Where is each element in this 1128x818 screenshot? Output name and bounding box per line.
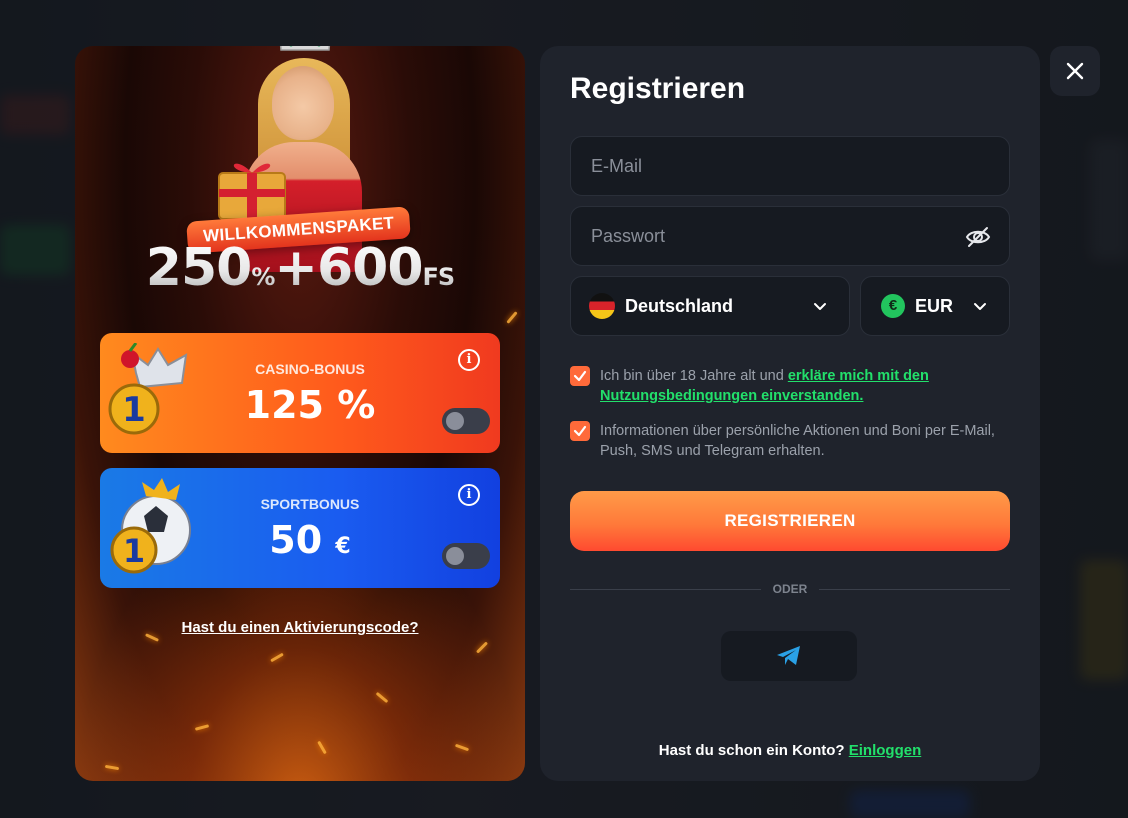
headline-freespins-unit: FS: [422, 263, 455, 291]
login-prompt-text: Hast du schon ein Konto?: [658, 742, 845, 759]
terms-label: Ich bin über 18 Jahre alt und erkläre mi…: [600, 366, 1010, 406]
casino-bonus-unit: %: [337, 383, 376, 427]
checkmark-icon: [573, 425, 587, 437]
sport-bonus-unit: €: [335, 534, 351, 559]
close-button[interactable]: [1050, 46, 1100, 96]
login-prompt: Hast du schon ein Konto? Einloggen: [540, 742, 1040, 759]
email-field[interactable]: [571, 137, 1009, 195]
promo-consent-checkbox[interactable]: [570, 421, 590, 441]
registration-panel: Registrieren Deutschland € EUR Ich bin ü…: [540, 46, 1040, 781]
sport-bonus-card[interactable]: 1 SPORTBONUS 50 € i: [100, 468, 500, 588]
or-divider-label: ODER: [772, 582, 808, 596]
svg-text:1: 1: [122, 390, 146, 430]
euro-icon: €: [881, 294, 905, 318]
currency-select-value: EUR: [915, 295, 954, 316]
promo-consent-label: Informationen über persönliche Aktionen …: [600, 423, 995, 459]
svg-text:1: 1: [123, 532, 145, 570]
casino-bonus-amount: 125: [244, 383, 324, 427]
telegram-login-button[interactable]: [721, 631, 857, 681]
headline-percent-value: 250: [145, 238, 252, 298]
telegram-icon: [777, 646, 800, 665]
password-field-wrapper: [570, 206, 1010, 266]
chevron-down-icon: [814, 303, 826, 310]
checkmark-icon: [573, 370, 587, 382]
sport-info-icon[interactable]: i: [458, 484, 480, 506]
casino-bonus-card[interactable]: 1 CASINO-BONUS 125 % i: [100, 333, 500, 453]
hero-face: [272, 66, 334, 140]
casino-info-icon[interactable]: i: [458, 349, 480, 371]
eye-off-icon[interactable]: [965, 224, 991, 250]
promo-consent-checkbox-row: Informationen über persönliche Aktionen …: [570, 421, 1010, 461]
casino-bonus-title: CASINO-BONUS: [255, 361, 365, 377]
login-link[interactable]: Einloggen: [849, 742, 922, 759]
activation-code-link[interactable]: Hast du einen Aktivierungscode?: [75, 619, 525, 636]
sport-bonus-amount: 50: [269, 518, 323, 562]
gift-box-icon: [218, 163, 286, 220]
or-divider: ODER: [570, 582, 1011, 596]
country-select[interactable]: Deutschland: [570, 276, 850, 336]
terms-checkbox[interactable]: [570, 366, 590, 386]
chevron-down-icon: [974, 303, 986, 310]
terms-checkbox-row: Ich bin über 18 Jahre alt und erkläre mi…: [570, 366, 1010, 406]
ember-spark: [506, 311, 518, 324]
page-title: Registrieren: [570, 72, 746, 105]
welcome-offer-headline: 250%+600FS: [75, 238, 525, 298]
casino-bonus-value: 125 %: [190, 383, 430, 427]
sport-ball-medal-icon: 1: [110, 478, 191, 574]
headline-percent-unit: %: [251, 263, 275, 291]
casino-crown-medal-icon: 1: [108, 343, 188, 435]
email-field-wrapper: [570, 136, 1010, 196]
sport-bonus-toggle[interactable]: [442, 543, 490, 569]
sport-bonus-title: SPORTBONUS: [260, 496, 360, 512]
register-button[interactable]: REGISTRIEREN: [570, 491, 1010, 551]
country-select-value: Deutschland: [625, 295, 734, 316]
currency-select[interactable]: € EUR: [860, 276, 1010, 336]
germany-flag-icon: [589, 293, 615, 319]
close-icon: [1066, 62, 1084, 80]
crown-icon: [279, 46, 331, 51]
casino-bonus-toggle[interactable]: [442, 408, 490, 434]
welcome-bonus-panel: WILLKOMMENSPAKET 250%+600FS 1 CASINO-BON…: [75, 46, 525, 781]
password-field[interactable]: [571, 207, 1009, 265]
terms-text: Ich bin über 18 Jahre alt und: [600, 368, 788, 384]
sport-bonus-value: 50 €: [190, 518, 430, 562]
headline-freespins-value: 600: [316, 238, 423, 298]
headline-plus: +: [274, 238, 317, 298]
